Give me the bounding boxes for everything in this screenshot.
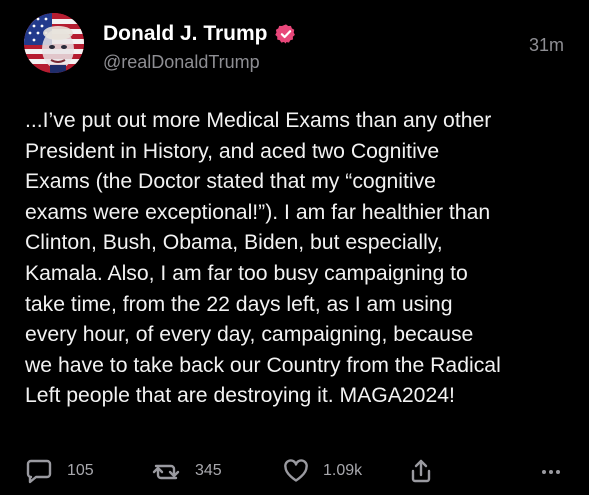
reply-count: 105 [67,462,94,479]
share-button[interactable] [409,456,433,486]
author-row: Donald J. Trump [103,20,297,48]
repost-count: 345 [195,462,222,479]
post-body: ...I’ve put out more Medical Exams than … [25,109,501,408]
post-timestamp[interactable]: 31m [529,35,564,56]
verified-badge-icon [274,23,297,45]
heart-icon [283,459,309,483]
more-options-button[interactable] [539,456,563,486]
post-actions: 105 345 1.09k [25,456,565,486]
avatar-image [24,13,84,73]
repost-icon [151,458,181,484]
post-card: Donald J. Trump @realDonaldTrump 31m ...… [0,0,589,495]
more-icon [539,458,563,484]
repost-button[interactable]: 345 [151,456,222,486]
like-button[interactable]: 1.09k [283,456,362,486]
like-count: 1.09k [323,462,363,479]
author-handle[interactable]: @realDonaldTrump [103,52,260,73]
share-icon [409,458,433,484]
reply-button[interactable]: 105 [25,456,94,486]
author-name[interactable]: Donald J. Trump [103,22,268,46]
avatar[interactable] [24,13,84,73]
reply-icon [25,458,53,484]
